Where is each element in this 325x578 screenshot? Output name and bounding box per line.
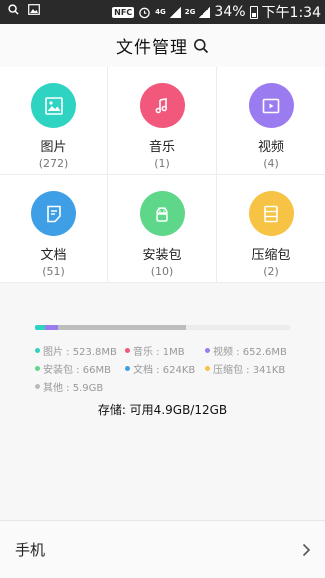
storage-legend: 图片 : 523.8MB 音乐 : 1MB 视频 : 652.6MB 安装包 :… bbox=[35, 341, 300, 395]
storage-segment-videos bbox=[45, 325, 58, 330]
battery-icon bbox=[249, 5, 258, 19]
legend-item: 安装包 : 66MB bbox=[35, 361, 125, 376]
category-music[interactable]: 音乐 (1) bbox=[108, 67, 217, 175]
app-header: 文件管理 bbox=[0, 24, 325, 67]
legend-dot bbox=[35, 347, 40, 353]
category-circle bbox=[139, 83, 185, 128]
legend-item: 压缩包 : 341KB bbox=[205, 361, 285, 376]
category-circle bbox=[139, 191, 185, 236]
category-label: 音乐 bbox=[148, 140, 175, 155]
image-icon bbox=[44, 96, 63, 115]
category-label: 安装包 bbox=[142, 248, 182, 263]
storage-usage-bar bbox=[35, 325, 290, 330]
legend-text: 文档 : 624KB bbox=[133, 364, 196, 376]
network-2g-label: 2G bbox=[184, 8, 196, 16]
android-icon bbox=[156, 206, 168, 222]
phone-storage-label: 手机 bbox=[15, 541, 46, 559]
page-title: 文件管理 bbox=[116, 38, 188, 58]
status-bar: NFC 4G 2G 34% 下午1:34 bbox=[0, 0, 325, 24]
category-circle bbox=[31, 191, 76, 236]
legend-dot bbox=[35, 383, 40, 389]
category-count: (2) bbox=[263, 265, 279, 278]
storage-panel: 图片 : 523.8MB 音乐 : 1MB 视频 : 652.6MB 安装包 :… bbox=[0, 283, 325, 520]
nfc-icon: NFC bbox=[112, 6, 135, 18]
category-archives[interactable]: 压缩包 (2) bbox=[217, 175, 325, 283]
archive-icon bbox=[264, 205, 278, 222]
search-status-icon bbox=[8, 4, 19, 15]
legend-item: 文档 : 624KB bbox=[125, 361, 205, 376]
alarm-icon bbox=[139, 7, 150, 18]
battery-percent: 34% bbox=[214, 4, 246, 20]
legend-dot bbox=[35, 365, 40, 371]
category-label: 压缩包 bbox=[251, 248, 291, 263]
gallery-status-icon bbox=[28, 4, 40, 15]
signal-icon-2 bbox=[199, 6, 211, 18]
category-images[interactable]: 图片 (272) bbox=[0, 67, 108, 175]
category-label: 文档 bbox=[40, 248, 67, 263]
legend-item: 其他 : 5.9GB bbox=[35, 379, 103, 394]
legend-text: 图片 : 523.8MB bbox=[43, 346, 117, 358]
category-count: (1) bbox=[154, 157, 170, 170]
category-count: (4) bbox=[263, 157, 279, 170]
status-time: 下午1:34 bbox=[261, 5, 321, 21]
legend-dot bbox=[125, 347, 130, 353]
category-circle bbox=[248, 191, 294, 236]
category-label: 视频 bbox=[257, 140, 284, 155]
legend-item: 图片 : 523.8MB bbox=[35, 343, 125, 358]
legend-dot bbox=[205, 365, 210, 371]
category-label: 图片 bbox=[40, 140, 67, 155]
signal-icon bbox=[169, 6, 181, 18]
legend-item: 音乐 : 1MB bbox=[125, 343, 205, 358]
category-grid: 图片 (272) 音乐 (1) 视频 (4) 文档 (51) 安装包 (10) … bbox=[0, 67, 325, 283]
document-icon bbox=[46, 205, 61, 222]
category-count: (272) bbox=[38, 157, 69, 170]
legend-dot bbox=[125, 365, 130, 371]
category-count: (10) bbox=[150, 265, 174, 278]
storage-summary: 存储: 可用4.9GB/12GB bbox=[97, 403, 228, 417]
storage-segment-images bbox=[35, 325, 45, 330]
category-circle bbox=[248, 83, 294, 128]
legend-text: 压缩包 : 341KB bbox=[213, 364, 286, 376]
legend-dot bbox=[205, 347, 210, 353]
storage-segment-other bbox=[58, 325, 186, 330]
legend-text: 视频 : 652.6MB bbox=[213, 346, 287, 358]
legend-text: 安装包 : 66MB bbox=[43, 364, 111, 376]
legend-item: 视频 : 652.6MB bbox=[205, 343, 287, 358]
legend-text: 其他 : 5.9GB bbox=[43, 382, 104, 394]
category-count: (51) bbox=[42, 265, 65, 278]
category-circle bbox=[31, 83, 76, 128]
legend-text: 音乐 : 1MB bbox=[133, 346, 185, 358]
category-apks[interactable]: 安装包 (10) bbox=[108, 175, 217, 283]
video-icon bbox=[262, 98, 280, 113]
network-4g-label: 4G bbox=[155, 8, 166, 16]
chevron-right-icon bbox=[302, 543, 311, 556]
category-videos[interactable]: 视频 (4) bbox=[217, 67, 325, 175]
music-icon bbox=[155, 97, 168, 113]
phone-storage-row[interactable]: 手机 bbox=[0, 520, 325, 578]
search-icon[interactable] bbox=[193, 38, 209, 54]
category-documents[interactable]: 文档 (51) bbox=[0, 175, 108, 283]
